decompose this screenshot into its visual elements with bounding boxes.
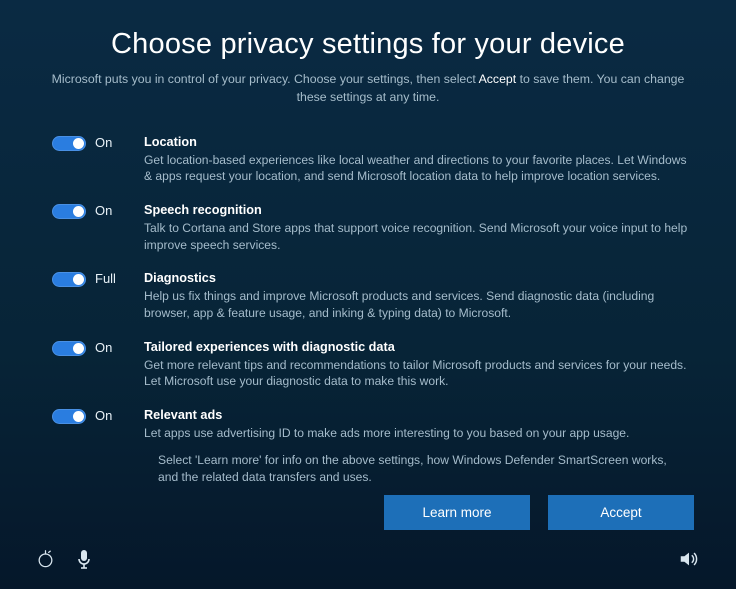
setting-title-ads: Relevant ads [144,408,690,422]
setting-desc-diagnostics: Help us fix things and improve Microsoft… [144,288,690,321]
toggle-speech-state: On [95,203,112,218]
microphone-icon[interactable] [77,549,91,575]
setting-title-tailored: Tailored experiences with diagnostic dat… [144,340,690,354]
ease-of-access-icon[interactable] [36,550,55,574]
setting-desc-ads: Let apps use advertising ID to make ads … [144,425,690,442]
setting-row-tailored: On Tailored experiences with diagnostic … [52,340,690,390]
setting-title-location: Location [144,135,690,149]
setting-desc-location: Get location-based experiences like loca… [144,152,690,185]
privacy-settings-list: On Location Get location-based experienc… [38,135,698,486]
page-title: Choose privacy settings for your device [38,28,698,61]
setting-title-speech: Speech recognition [144,203,690,217]
toggle-ads-state: On [95,408,112,423]
page-subtitle: Microsoft puts you in control of your pr… [38,71,698,107]
subtitle-text-before: Microsoft puts you in control of your pr… [52,72,479,86]
setting-row-diagnostics: Full Diagnostics Help us fix things and … [52,271,690,321]
toggle-location[interactable] [52,136,86,151]
toggle-speech[interactable] [52,204,86,219]
setting-title-diagnostics: Diagnostics [144,271,690,285]
setting-desc-speech: Talk to Cortana and Store apps that supp… [144,220,690,253]
toggle-diagnostics[interactable] [52,272,86,287]
settings-footnote: Select 'Learn more' for info on the abov… [52,452,690,485]
toggle-tailored[interactable] [52,341,86,356]
learn-more-button[interactable]: Learn more [384,495,530,530]
subtitle-accept-word: Accept [479,72,517,86]
toggle-ads[interactable] [52,409,86,424]
action-buttons: Learn more Accept [384,495,694,530]
setting-row-ads: On Relevant ads Let apps use advertising… [52,408,690,442]
volume-icon[interactable] [678,557,700,574]
taskbar-left-icons [36,549,91,575]
setting-desc-tailored: Get more relevant tips and recommendatio… [144,357,690,390]
toggle-location-state: On [95,135,112,150]
toggle-tailored-state: On [95,340,112,355]
toggle-diagnostics-state: Full [95,271,116,286]
oobe-privacy-screen: Choose privacy settings for your device … [0,0,736,589]
accept-button[interactable]: Accept [548,495,694,530]
taskbar-right-icons [678,548,700,575]
setting-row-speech: On Speech recognition Talk to Cortana an… [52,203,690,253]
setting-row-location: On Location Get location-based experienc… [52,135,690,185]
